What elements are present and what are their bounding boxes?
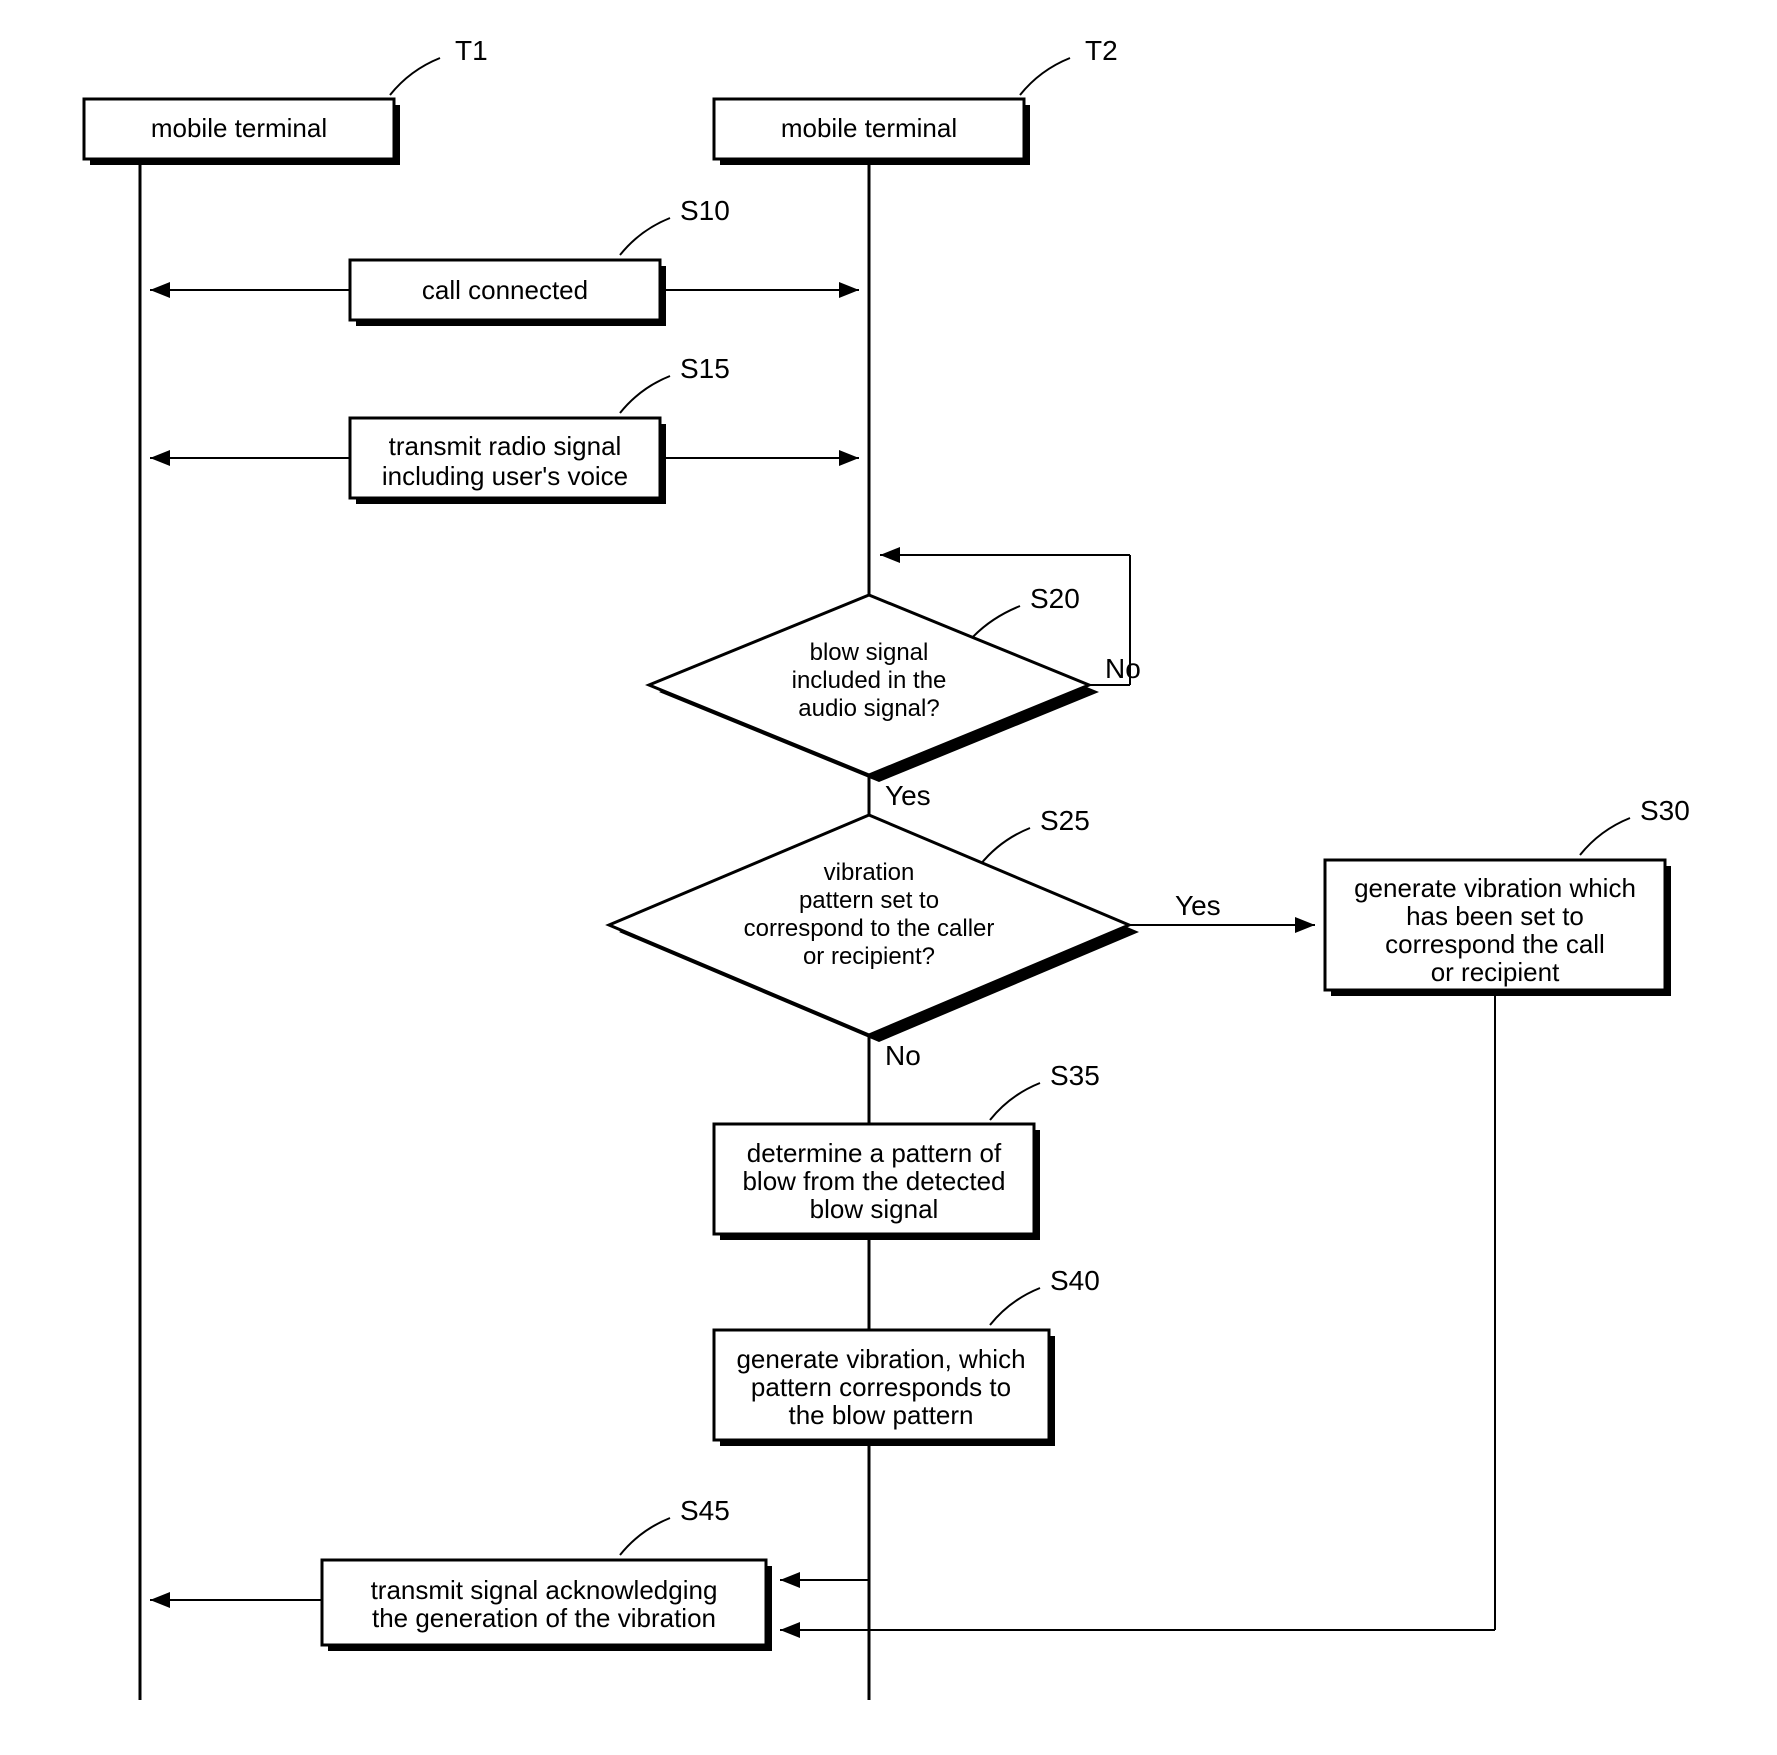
svg-text:blow from the detected: blow from the detected <box>742 1166 1005 1196</box>
svg-text:audio signal?: audio signal? <box>798 695 939 722</box>
svg-text:transmit radio signal: transmit radio signal <box>389 431 622 461</box>
svg-text:generate vibration, which: generate vibration, which <box>736 1344 1025 1374</box>
box-s30: generate vibration which has been set to… <box>1325 860 1671 996</box>
svg-text:correspond to the caller: correspond to the caller <box>744 915 995 942</box>
svg-text:or recipient: or recipient <box>1431 957 1560 987</box>
diamond-s25: vibration pattern set to correspond to t… <box>609 815 1139 1042</box>
diamond-s20: blow signal included in the audio signal… <box>649 595 1099 782</box>
svg-text:included in the: included in the <box>792 667 947 694</box>
label-s25: S25 <box>1040 805 1090 836</box>
label-s10: S10 <box>680 195 730 226</box>
svg-text:has been set to: has been set to <box>1406 901 1584 931</box>
box-s45: transmit signal acknowledging the genera… <box>322 1560 772 1651</box>
svg-text:blow signal: blow signal <box>810 639 929 666</box>
svg-text:vibration: vibration <box>824 859 915 886</box>
branch-s25-yes: Yes <box>1175 890 1221 921</box>
label-s45: S45 <box>680 1495 730 1526</box>
svg-text:including user's voice: including user's voice <box>382 461 628 491</box>
svg-text:determine a pattern of: determine a pattern of <box>747 1138 1002 1168</box>
svg-text:pattern set to: pattern set to <box>799 887 939 914</box>
svg-text:call connected: call connected <box>422 275 588 305</box>
svg-text:mobile terminal: mobile terminal <box>781 113 957 143</box>
svg-text:pattern corresponds to: pattern corresponds to <box>751 1372 1011 1402</box>
branch-s20-yes: Yes <box>885 780 931 811</box>
label-s15: S15 <box>680 353 730 384</box>
svg-text:generate vibration which: generate vibration which <box>1354 873 1636 903</box>
box-t1: mobile terminal <box>84 99 400 165</box>
box-s10: call connected <box>350 260 666 326</box>
svg-text:transmit signal acknowledging: transmit signal acknowledging <box>371 1575 718 1605</box>
branch-s20-no: No <box>1105 653 1141 684</box>
svg-text:blow signal: blow signal <box>810 1194 939 1224</box>
svg-text:correspond the call: correspond the call <box>1385 929 1605 959</box>
box-s40: generate vibration, which pattern corres… <box>714 1330 1055 1446</box>
box-t2: mobile terminal <box>714 99 1030 165</box>
box-s35: determine a pattern of blow from the det… <box>714 1124 1040 1240</box>
box-s15: transmit radio signal including user's v… <box>350 418 666 504</box>
label-t2: T2 <box>1085 35 1118 66</box>
label-s40: S40 <box>1050 1265 1100 1296</box>
svg-text:the generation of the vibratio: the generation of the vibration <box>372 1603 716 1633</box>
svg-text:or recipient?: or recipient? <box>803 943 935 970</box>
svg-text:mobile terminal: mobile terminal <box>151 113 327 143</box>
label-s20: S20 <box>1030 583 1080 614</box>
svg-text:the blow pattern: the blow pattern <box>788 1400 973 1430</box>
label-s35: S35 <box>1050 1060 1100 1091</box>
label-s30: S30 <box>1640 795 1690 826</box>
branch-s25-no: No <box>885 1040 921 1071</box>
label-t1: T1 <box>455 35 488 66</box>
